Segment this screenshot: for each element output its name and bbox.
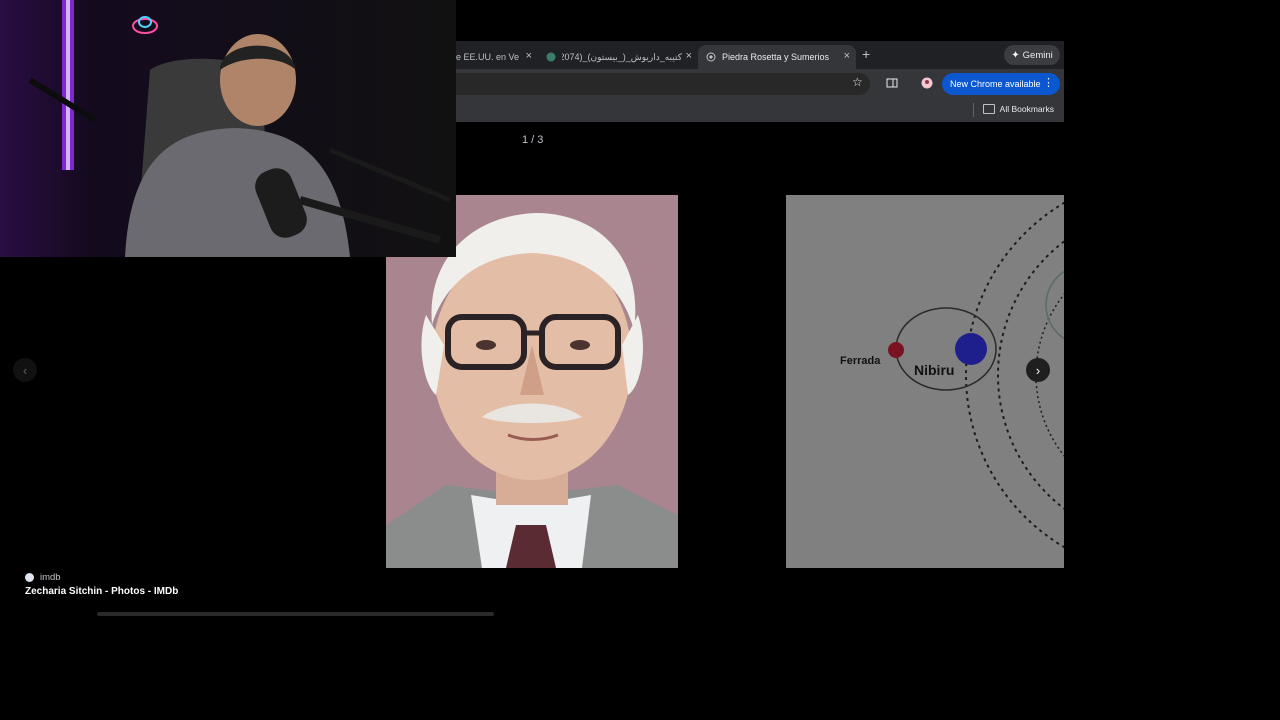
browser-window: e EE.UU. en Ve × کتیبه_داریوش_(_بیستون)_…	[456, 41, 1064, 122]
folder-icon	[982, 104, 995, 114]
tab-strip: e EE.UU. en Ve × کتیبه_داریوش_(_بیستون)_…	[456, 41, 1064, 69]
nibiru-diagram[interactable]: Ferrada Nibiru	[786, 195, 1064, 568]
previous-image-button[interactable]: ‹	[13, 358, 37, 382]
toolbar: ☆ New Chrome available ⋮	[456, 69, 1064, 99]
chevron-right-icon: ›	[1035, 362, 1041, 378]
close-icon[interactable]: ×	[686, 50, 692, 62]
new-chrome-available-button[interactable]: New Chrome available ⋮	[942, 73, 1060, 95]
tab-darius-inscription[interactable]: کتیبه_داریوش_(_بیستون)_(2074 ×	[538, 45, 698, 69]
all-bookmarks-button[interactable]: All Bookmarks	[982, 104, 1054, 114]
sparkle-icon: ✦	[1011, 49, 1020, 61]
tab-label: کتیبه_داریوش_(_بیستون)_(2074	[562, 51, 682, 62]
all-bookmarks-label: All Bookmarks	[999, 104, 1054, 114]
gemini-label: Gemini	[1022, 49, 1053, 61]
tab-label: Piedra Rosetta y Sumerios	[722, 52, 830, 62]
image-source[interactable]: imdb	[25, 572, 61, 583]
star-icon[interactable]: ☆	[852, 75, 863, 89]
source-name: imdb	[40, 572, 61, 583]
webcam-feed	[0, 0, 456, 257]
ferrada-label: Ferrada	[840, 355, 881, 367]
globe-icon	[706, 52, 716, 62]
profile-avatar-icon[interactable]	[921, 77, 933, 89]
plus-icon[interactable]: +	[862, 46, 870, 62]
image-caption-link[interactable]: Zecharia Sitchin - Photos - IMDb	[25, 586, 178, 597]
horizontal-scrollbar[interactable]	[97, 612, 494, 616]
tab-piedra-rosetta[interactable]: Piedra Rosetta y Sumerios ×	[698, 45, 856, 69]
update-label: New Chrome available	[950, 79, 1041, 89]
side-panel-icon[interactable]	[886, 77, 898, 89]
gemini-button[interactable]: ✦ Gemini	[1004, 45, 1060, 65]
site-favicon-icon	[546, 52, 556, 62]
webcam-overlay	[0, 0, 456, 257]
orbit-diagram: Ferrada Nibiru	[786, 195, 1064, 568]
chevron-left-icon: ‹	[22, 362, 28, 378]
tab-label: e EE.UU. en Ve	[456, 52, 520, 62]
source-favicon-icon	[25, 573, 34, 582]
nibiru-label: Nibiru	[914, 362, 954, 378]
bookmarks-divider	[973, 103, 974, 117]
tab-eeuu[interactable]: e EE.UU. en Ve ×	[456, 45, 538, 69]
address-bar[interactable]	[456, 73, 870, 95]
image-counter: 1 / 3	[522, 134, 544, 146]
more-vert-icon[interactable]: ⋮	[1043, 76, 1054, 89]
close-icon[interactable]: ×	[526, 50, 532, 62]
close-icon[interactable]: ×	[844, 50, 850, 62]
bookmarks-bar: All Bookmarks	[456, 99, 1064, 122]
next-image-button[interactable]: ›	[1026, 358, 1050, 382]
